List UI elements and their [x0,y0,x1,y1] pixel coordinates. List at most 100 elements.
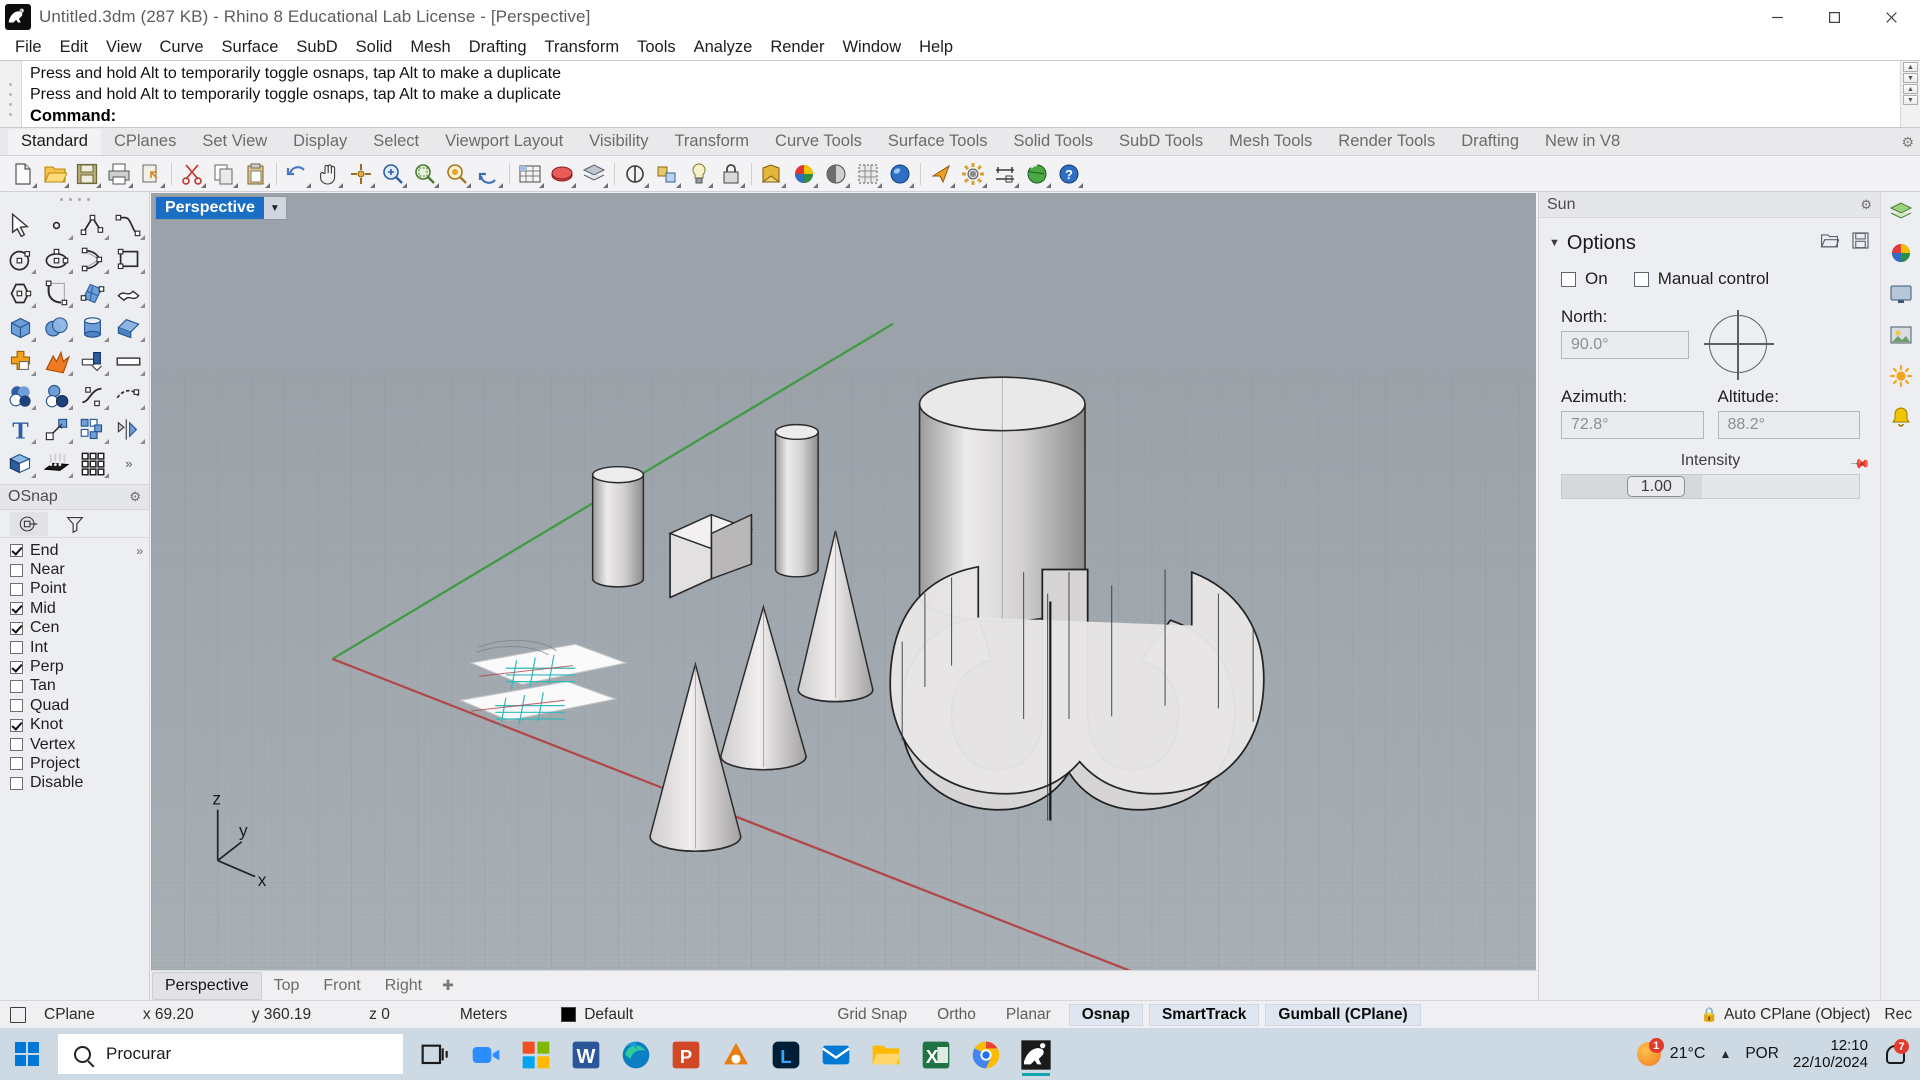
ribbon-tab-transform[interactable]: Transform [661,129,762,155]
print-icon[interactable] [104,159,134,189]
zoom-in-icon[interactable] [378,159,408,189]
language-indicator[interactable]: POR [1745,1045,1779,1063]
minimize-button[interactable] [1749,0,1806,34]
menu-solid[interactable]: Solid [347,36,402,59]
extrude-points-icon[interactable] [38,446,74,480]
menu-help[interactable]: Help [910,36,962,59]
ellipse-icon[interactable] [38,242,74,276]
boolean-union-icon[interactable] [2,344,38,378]
chrome-icon[interactable] [967,1032,1005,1076]
point-icon[interactable] [38,208,74,242]
maximize-button[interactable] [1806,0,1863,34]
ribbon-tab-curve-tools[interactable]: Curve Tools [762,129,875,155]
cylinder-icon[interactable] [75,310,111,344]
status-auto-cplane[interactable]: Auto CPlane (Object) [1724,1006,1870,1024]
menu-file[interactable]: File [6,36,51,59]
plane-icon[interactable] [111,344,147,378]
rotate-view-icon[interactable] [346,159,376,189]
ribbon-tab-select[interactable]: Select [360,129,432,155]
osnap-checkbox[interactable] [10,582,23,596]
viewport-tab-top[interactable]: Top [262,973,312,999]
render-preview-icon[interactable] [821,159,851,189]
osnap-checkbox[interactable] [10,718,23,732]
open-folder-icon[interactable] [1820,231,1840,255]
save-icon[interactable] [72,159,102,189]
notifications-panel-icon[interactable] [1887,403,1915,431]
osnap-row-point[interactable]: Point [10,580,149,599]
layers-icon[interactable] [579,159,609,189]
show-objects-icon[interactable] [652,159,682,189]
materials-panel-icon[interactable] [1887,239,1915,267]
sun-on-checkbox[interactable] [1561,271,1576,287]
microsoft-store-icon[interactable] [517,1032,555,1076]
status-toggle-osnap[interactable]: Osnap [1068,1003,1143,1026]
scroll-down-button[interactable]: ▼ [1903,73,1918,83]
grid-array-icon[interactable] [75,446,111,480]
circle-icon[interactable] [2,242,38,276]
sphere-boolean-icon[interactable] [38,310,74,344]
new-file-icon[interactable] [8,159,38,189]
viewport-title-control[interactable]: Perspective ▼ [155,196,287,220]
zoom-window-icon[interactable] [410,159,440,189]
osnap-row-perp[interactable]: Perp [10,657,149,676]
blend-curve-icon[interactable] [75,378,111,412]
osnap-row-cen[interactable]: Cen [10,619,149,638]
osnap-checkbox[interactable] [10,544,23,558]
intensity-slider[interactable]: 1.00 [1561,474,1860,499]
status-record[interactable]: Rec [1874,1001,1920,1029]
ribbon-tab-new-in-v8[interactable]: New in V8 [1532,129,1633,155]
intensity-slider-thumb[interactable]: 1.00 [1627,476,1686,497]
status-toggle-smarttrack[interactable]: SmartTrack [1148,1003,1260,1026]
osnap-row-int[interactable]: Int [10,638,149,657]
osnap-row-end[interactable]: End » [10,541,149,560]
chevron-down-icon[interactable]: ▼ [264,200,286,217]
menu-render[interactable]: Render [761,36,833,59]
menu-transform[interactable]: Transform [536,36,629,59]
osnap-checkbox[interactable] [10,621,23,635]
manual-control-row[interactable]: Manual control [1633,258,1769,289]
text-icon[interactable]: T [2,412,38,446]
layer-color-icon[interactable] [757,159,787,189]
sphere-render-icon[interactable] [885,159,915,189]
lock-icon[interactable] [716,159,746,189]
array-icon[interactable] [75,412,111,446]
viewport-name-label[interactable]: Perspective [156,197,264,219]
zoom-icon[interactable] [467,1032,505,1076]
options-section-header[interactable]: ▼ Options [1539,228,1880,258]
dash-curve-icon[interactable] [111,378,147,412]
filter-funnel-icon[interactable] [56,512,94,536]
osnap-checkbox[interactable] [10,660,23,674]
polyline-icon[interactable] [75,208,111,242]
notifications-button[interactable]: 7 [1882,1039,1909,1067]
more-tools-icon[interactable]: » [111,446,147,480]
help-icon[interactable]: ? [1054,159,1084,189]
save-icon[interactable] [1851,231,1870,255]
command-spinner-down[interactable]: ▼ [1903,95,1918,105]
status-toggle-ortho[interactable]: Ortho [925,1004,988,1026]
menu-curve[interactable]: Curve [151,36,213,59]
cplane-icon[interactable] [10,1006,26,1023]
hide-objects-icon[interactable] [620,159,650,189]
chevron-down-icon[interactable]: ▼ [1549,237,1560,249]
menu-mesh[interactable]: Mesh [401,36,459,59]
viewport-tab-right[interactable]: Right [373,973,434,999]
render-panel-icon[interactable] [1887,321,1915,349]
mirror-icon[interactable] [111,412,147,446]
status-toggle-planar[interactable]: Planar [994,1004,1063,1026]
status-units[interactable]: Meters [400,1001,517,1029]
taskbar-search-input[interactable]: Procurar [58,1034,403,1074]
osnap-checkbox[interactable] [10,776,23,790]
curve-icon[interactable] [111,208,147,242]
menu-analyze[interactable]: Analyze [685,36,762,59]
display-panel-icon[interactable] [1887,280,1915,308]
status-cplane[interactable]: CPlane [34,1001,105,1029]
mail-icon[interactable] [817,1032,855,1076]
chevron-up-icon[interactable]: ▲ [1719,1047,1731,1061]
solid-tools-icon[interactable] [2,446,38,480]
osnap-row-vertex[interactable]: Vertex [10,735,149,754]
windows-start-icon[interactable] [0,1028,54,1080]
pan-icon[interactable] [314,159,344,189]
osnap-row-disable[interactable]: Disable [10,774,149,793]
sun-on-row[interactable]: On [1539,258,1608,289]
cut-icon[interactable] [177,159,207,189]
